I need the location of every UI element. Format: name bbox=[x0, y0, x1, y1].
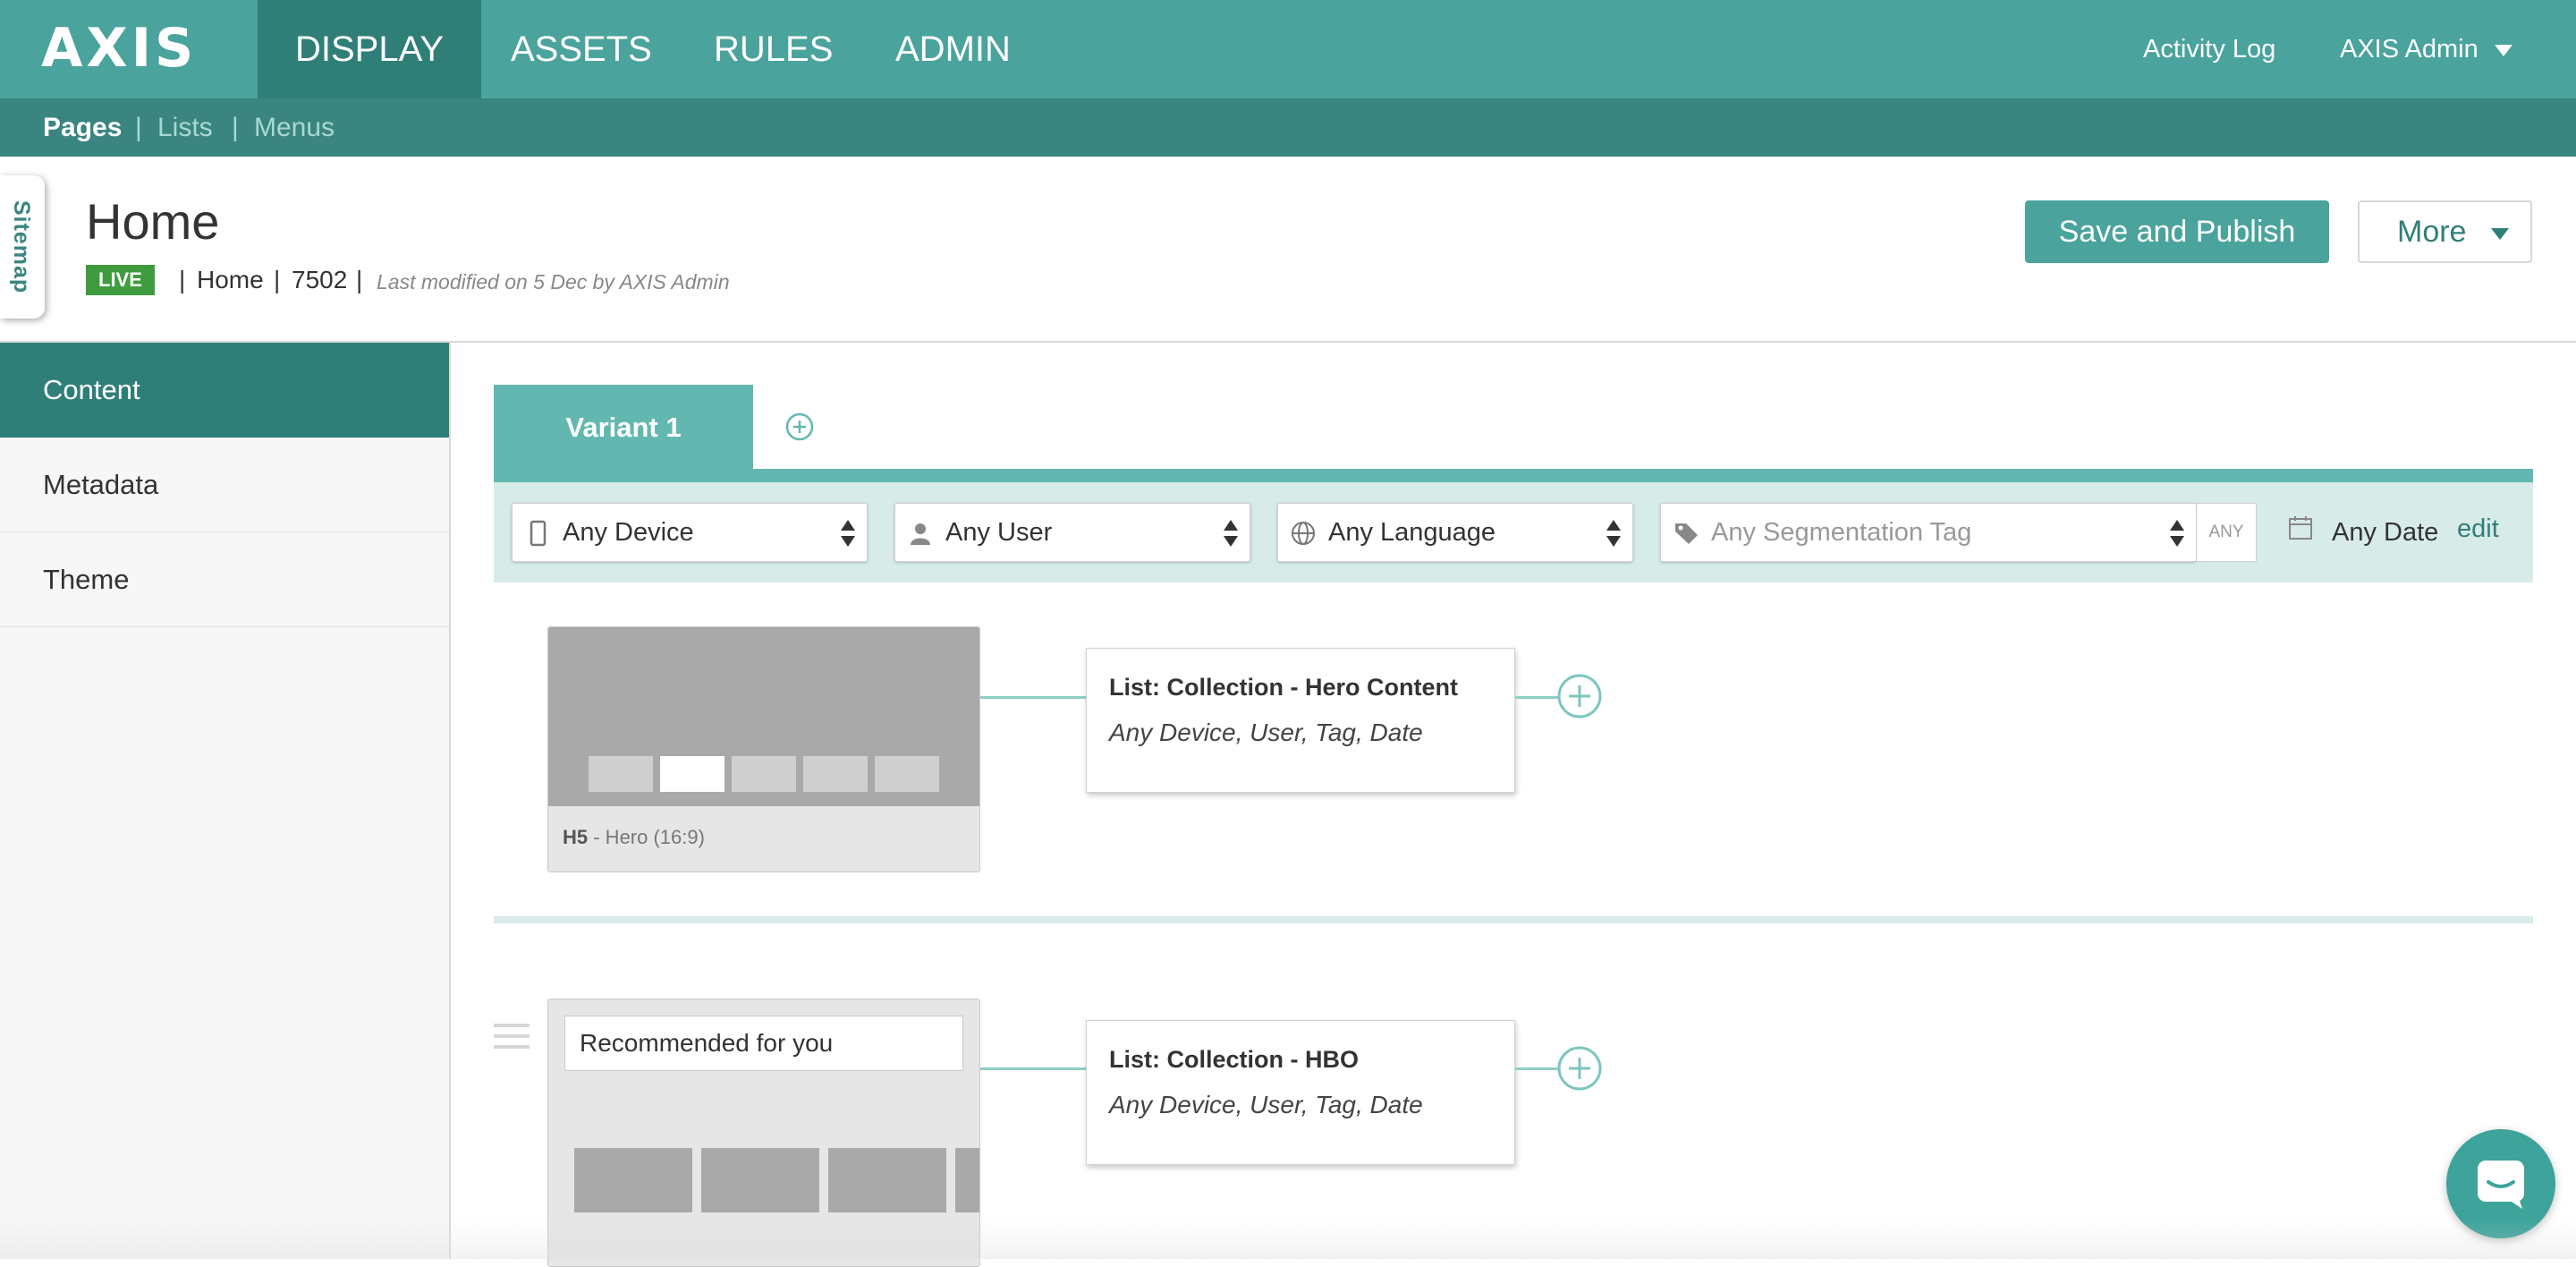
globe-icon bbox=[1292, 522, 1315, 545]
segmentation-any-toggle[interactable]: ANY bbox=[2196, 503, 2257, 562]
meta-separator: | bbox=[274, 266, 281, 293]
drag-handle-icon[interactable] bbox=[494, 1022, 530, 1050]
user-icon bbox=[911, 523, 930, 545]
segmentation-tag-select[interactable]: Any Segmentation Tag bbox=[1660, 503, 2197, 562]
user-menu[interactable]: AXIS Admin bbox=[2340, 0, 2512, 98]
sidebar-item-theme[interactable]: Theme bbox=[0, 532, 449, 627]
user-select[interactable]: Any User bbox=[894, 503, 1250, 562]
segmentation-tag-placeholder: Any Segmentation Tag bbox=[1711, 518, 1972, 547]
subnav-lists[interactable]: Lists bbox=[157, 98, 213, 157]
subnav-separator: | bbox=[135, 113, 142, 142]
template-code: H5 bbox=[563, 826, 589, 848]
connector-line bbox=[980, 696, 1086, 699]
subnav-separator: | bbox=[232, 113, 239, 142]
sub-nav-bar: Pages | Lists | Menus bbox=[0, 98, 2576, 157]
row-title-input[interactable]: Recommended for you bbox=[564, 1016, 963, 1071]
tab-variant-1[interactable]: Variant 1 bbox=[494, 385, 753, 470]
hero-preview bbox=[548, 627, 979, 806]
subnav-pages[interactable]: Pages bbox=[43, 98, 122, 157]
add-variant-icon[interactable] bbox=[784, 412, 815, 442]
page-path: Home bbox=[197, 266, 264, 293]
row-tile bbox=[574, 1148, 692, 1212]
status-badge: LIVE bbox=[86, 265, 155, 295]
connector-line bbox=[980, 1067, 1086, 1070]
more-button-label: More bbox=[2397, 215, 2467, 249]
add-list-icon[interactable] bbox=[1557, 1046, 1602, 1091]
carousel-slide bbox=[803, 756, 868, 792]
more-button[interactable]: More bbox=[2358, 200, 2532, 263]
last-modified: Last modified on 5 Dec by AXIS Admin bbox=[377, 270, 730, 293]
user-select-value: Any User bbox=[945, 518, 1053, 547]
select-arrows-icon bbox=[841, 520, 855, 547]
carousel-slide-active bbox=[660, 756, 724, 792]
user-menu-label: AXIS Admin bbox=[2340, 35, 2479, 64]
template-caption: H5 - Hero (16:9) bbox=[563, 826, 705, 849]
row-tile bbox=[828, 1148, 946, 1212]
select-arrows-icon bbox=[1606, 520, 1621, 547]
caret-down-icon bbox=[2491, 227, 2510, 240]
list-title: List: Collection - HBO bbox=[1109, 1046, 1359, 1073]
nav-rules[interactable]: RULES bbox=[676, 0, 870, 98]
chat-icon bbox=[2478, 1161, 2524, 1209]
hero-template-thumbnail[interactable]: H5 - Hero (16:9) bbox=[547, 626, 980, 872]
meta-separator: | bbox=[179, 266, 186, 293]
nav-assets[interactable]: ASSETS bbox=[473, 0, 690, 98]
device-icon bbox=[530, 520, 547, 547]
list-card-hbo[interactable]: List: Collection - HBO Any Device, User,… bbox=[1086, 1020, 1515, 1165]
page-id: 7502 bbox=[292, 266, 348, 293]
carousel-slide bbox=[732, 756, 796, 792]
sitemap-tab-label: Sitemap bbox=[9, 200, 34, 294]
list-card-hero-content[interactable]: List: Collection - Hero Content Any Devi… bbox=[1086, 648, 1515, 793]
calendar-icon bbox=[2289, 516, 2312, 540]
carousel-slide bbox=[875, 756, 939, 792]
top-nav-bar: AXIS DISPLAY ASSETS RULES ADMIN Activity… bbox=[0, 0, 2576, 98]
sidebar: Content Metadata Theme bbox=[0, 343, 451, 1259]
date-edit-link[interactable]: edit bbox=[2457, 503, 2499, 555]
row-template-thumbnail[interactable]: Recommended for you bbox=[547, 999, 980, 1267]
row-tile bbox=[955, 1148, 979, 1212]
nav-display[interactable]: DISPLAY bbox=[258, 0, 481, 98]
list-targeting: Any Device, User, Tag, Date bbox=[1109, 719, 1423, 746]
add-list-icon[interactable] bbox=[1557, 674, 1602, 719]
device-select[interactable]: Any Device bbox=[512, 503, 868, 562]
row-tile bbox=[701, 1148, 819, 1212]
activity-log-link[interactable]: Activity Log bbox=[2143, 0, 2275, 98]
nav-admin[interactable]: ADMIN bbox=[858, 0, 1048, 98]
select-arrows-icon bbox=[2170, 520, 2184, 547]
tag-icon bbox=[1675, 523, 1698, 544]
axis-logo[interactable]: AXIS bbox=[41, 21, 193, 75]
template-name: - Hero (16:9) bbox=[588, 826, 705, 848]
list-targeting: Any Device, User, Tag, Date bbox=[1109, 1091, 1423, 1118]
select-arrows-icon bbox=[1224, 520, 1238, 547]
subnav-menus[interactable]: Menus bbox=[254, 98, 335, 157]
sitemap-tab[interactable]: Sitemap bbox=[0, 175, 45, 319]
caret-down-icon bbox=[2494, 44, 2512, 56]
device-select-value: Any Device bbox=[563, 518, 694, 547]
language-select[interactable]: Any Language bbox=[1277, 503, 1633, 562]
sidebar-item-content[interactable]: Content bbox=[0, 343, 449, 438]
list-title: List: Collection - Hero Content bbox=[1109, 674, 1458, 701]
save-and-publish-button[interactable]: Save and Publish bbox=[2025, 200, 2329, 263]
sidebar-item-metadata[interactable]: Metadata bbox=[0, 438, 449, 532]
chat-button[interactable] bbox=[2446, 1129, 2555, 1238]
carousel-slide bbox=[589, 756, 653, 792]
language-select-value: Any Language bbox=[1328, 518, 1496, 547]
variant-bar bbox=[494, 469, 2533, 482]
connector-line bbox=[1515, 1067, 1558, 1070]
page-title: Home bbox=[86, 193, 220, 250]
date-filter-value: Any Date bbox=[2332, 518, 2439, 547]
row-divider bbox=[494, 916, 2533, 923]
connector-line bbox=[1515, 696, 1558, 699]
meta-separator: | bbox=[356, 266, 363, 293]
